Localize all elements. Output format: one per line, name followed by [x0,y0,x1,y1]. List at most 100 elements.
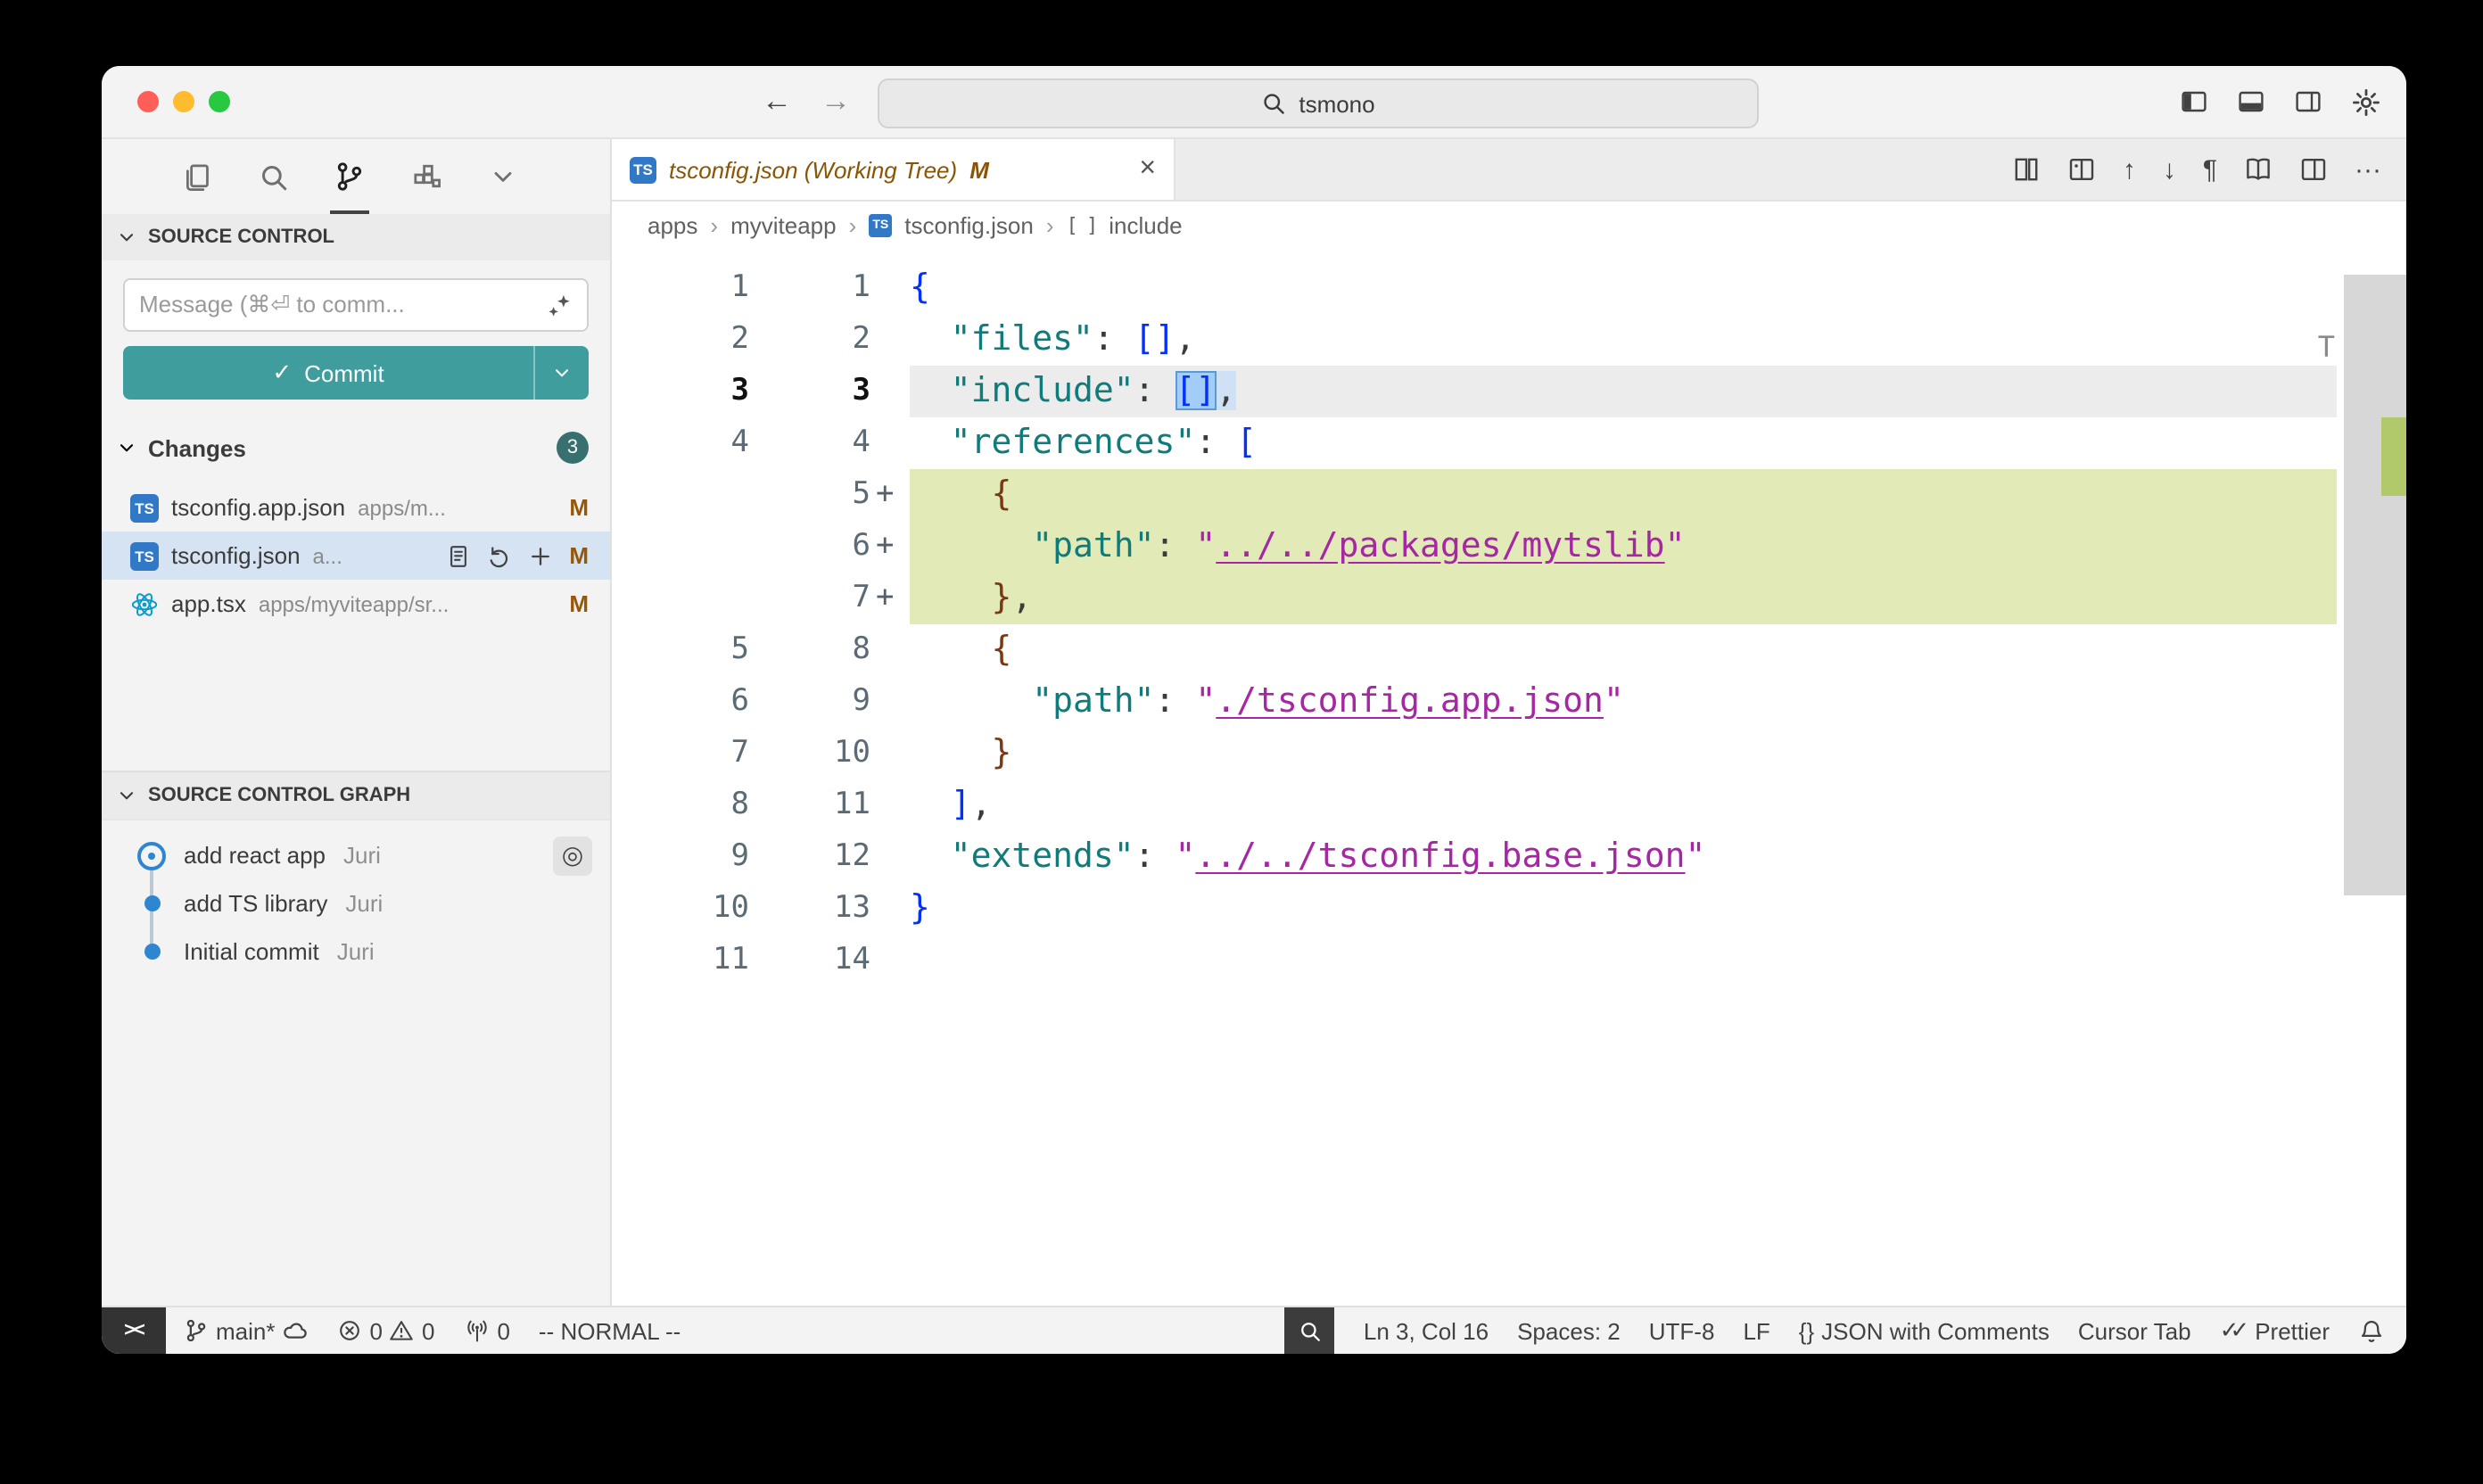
diff-editor[interactable]: 11{22 "files": [],33 "include": [],44 "r… [612,248,2406,1306]
commit-button[interactable]: ✓ Commit [123,346,589,400]
more-views-chevron-icon[interactable] [473,139,533,214]
inline-view-icon[interactable] [2067,155,2096,184]
file-name: app.tsx [171,590,246,617]
commit-row[interactable]: add TS library Juri [102,879,610,928]
code-text: "files": [], [910,314,2337,366]
file-row-selected[interactable]: TS tsconfig.json a... M [102,532,610,580]
code-line[interactable]: 6+ "path": "../../packages/mytslib" [612,521,2406,573]
cursor-tab-text: Cursor Tab [2078,1317,2191,1344]
remote-icon: >< [124,1320,144,1341]
book-icon[interactable] [2244,155,2273,184]
previous-change-icon[interactable]: ↑ [2123,154,2136,185]
back-icon[interactable]: ← [762,84,792,120]
file-path: a... [313,543,342,568]
commit-row[interactable]: add react app Juri ◎ [102,831,610,879]
breadcrumb-item-tsconfig[interactable]: tsconfig.json [904,211,1034,238]
zoom-indicator[interactable] [1285,1307,1335,1354]
source-control-header[interactable]: SOURCE CONTROL [102,214,610,260]
open-file-icon[interactable] [446,543,471,568]
toggle-sidebar-right-icon[interactable] [2294,87,2322,116]
notifications-indicator[interactable] [2358,1317,2385,1344]
forward-icon[interactable]: → [821,84,851,120]
zoom-window-button[interactable] [209,91,230,112]
line-number-new: 11 [749,779,870,831]
encoding-indicator[interactable]: UTF-8 [1649,1317,1715,1344]
formatter-indicator[interactable]: ✓✓ Prettier [2220,1316,2330,1345]
typescript-file-icon: TS [130,541,159,570]
code-line[interactable]: 811 ], [612,779,2406,831]
generate-commit-message-icon[interactable] [546,292,573,318]
code-line[interactable]: 5+ { [612,469,2406,521]
typescript-file-icon: TS [130,493,159,522]
settings-gear-icon[interactable] [2351,87,2381,117]
code-line[interactable]: 912 "extends": "../../tsconfig.base.json… [612,831,2406,883]
next-change-icon[interactable]: ↓ [2163,154,2176,185]
added-line-marker: + [870,521,910,573]
ports-indicator[interactable]: 0 [463,1317,509,1344]
code-line[interactable]: 33 "include": [], [612,366,2406,417]
problems-indicator[interactable]: 0 0 [338,1317,435,1344]
code-line[interactable]: 69 "path": "./tsconfig.app.json" [612,676,2406,728]
whitespace-icon[interactable]: ¶ [2203,154,2217,185]
code-line[interactable]: 7+ }, [612,573,2406,624]
line-number-new: 4 [749,417,870,469]
code-line[interactable]: 22 "files": [], [612,314,2406,366]
breadcrumb-item-include[interactable]: include [1109,211,1182,238]
vim-mode: -- NORMAL -- [539,1317,681,1344]
code-line[interactable]: 1013} [612,883,2406,935]
added-line-marker [870,366,910,417]
code-text: "path": "./tsconfig.app.json" [910,676,2337,728]
file-row[interactable]: TS tsconfig.app.json apps/m... M [102,483,610,532]
explorer-icon[interactable] [166,139,227,214]
source-control-title: SOURCE CONTROL [148,227,334,248]
close-window-button[interactable] [137,91,159,112]
line-number-old: 7 [612,728,749,779]
commit-dropdown-button[interactable] [533,346,589,400]
code-line[interactable]: 58 { [612,624,2406,676]
indentation-indicator[interactable]: Spaces: 2 [1517,1317,1621,1344]
remote-indicator[interactable]: >< [102,1307,166,1354]
line-number-new: 3 [749,366,870,417]
open-changes-icon[interactable] [2012,155,2041,184]
command-center-search[interactable]: tsmono [878,78,1759,128]
goto-ref-button[interactable]: ◎ [553,836,592,875]
line-number-old: 3 [612,366,749,417]
line-number-new: 14 [749,935,870,986]
toggle-panel-icon[interactable] [2237,87,2265,116]
changes-section-header[interactable]: Changes 3 [102,425,610,471]
source-control-graph-header[interactable]: SOURCE CONTROL GRAPH [102,771,610,820]
code-line[interactable]: 710 } [612,728,2406,779]
extensions-icon[interactable] [396,139,457,214]
commit-row[interactable]: Initial commit Juri [102,928,610,976]
breadcrumb-item-apps[interactable]: apps [648,211,697,238]
commit-message: add TS library [184,890,327,917]
toggle-sidebar-left-icon[interactable] [2180,87,2208,116]
line-number-old: 5 [612,624,749,676]
source-control-icon[interactable] [319,139,380,214]
eol-indicator[interactable]: LF [1743,1317,1769,1344]
code-line[interactable]: 44 "references": [ [612,417,2406,469]
code-text: "path": "../../packages/mytslib" [910,521,2337,573]
file-row[interactable]: app.tsx apps/myviteapp/sr... M [102,580,610,628]
discard-changes-icon[interactable] [487,543,512,568]
commit-message-input[interactable]: Message (⌘⏎ to comm... [123,278,589,332]
more-actions-icon[interactable]: ··· [2355,154,2381,185]
language-mode-indicator[interactable]: {} JSON with Comments [1799,1317,2050,1344]
cursor-tab-indicator[interactable]: Cursor Tab [2078,1317,2191,1344]
line-number-new: 1 [749,262,870,314]
minimize-window-button[interactable] [173,91,194,112]
vim-mode-indicator[interactable]: -- NORMAL -- [539,1317,681,1344]
branch-indicator[interactable]: main* [184,1317,309,1344]
split-editor-icon[interactable] [2299,155,2328,184]
stage-changes-icon[interactable] [528,543,553,568]
cursor-position-indicator[interactable]: Ln 3, Col 16 [1364,1317,1489,1344]
commit-author: Juri [337,938,375,965]
code-line[interactable]: 1114 [612,935,2406,986]
scrollbar-thumb[interactable] [2344,275,2406,895]
close-tab-icon[interactable]: × [1139,153,1156,186]
tab-tsconfig-working-tree[interactable]: TS tsconfig.json (Working Tree) M × [612,139,1176,200]
editor-scrollbar[interactable] [2344,248,2406,1306]
breadcrumb-item-myviteapp[interactable]: myviteapp [730,211,837,238]
search-view-icon[interactable] [243,139,303,214]
code-line[interactable]: 11{ [612,262,2406,314]
